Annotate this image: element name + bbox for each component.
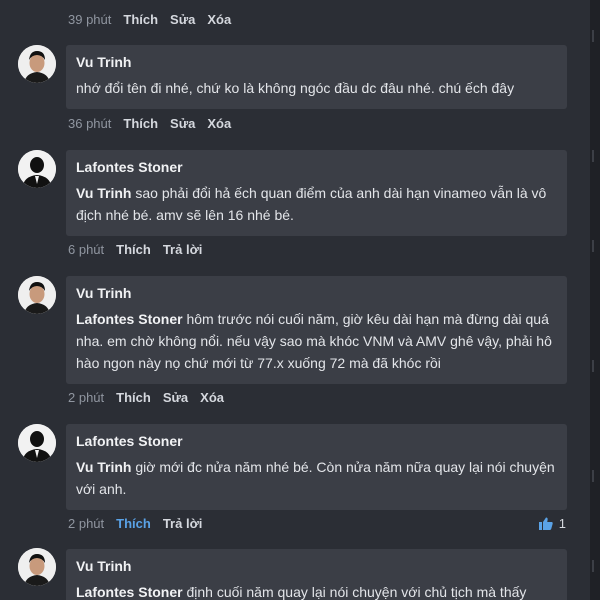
edge-tick [592, 470, 594, 482]
comment-text: giờ mới đc nửa năm nhé bé. Còn nửa năm n… [76, 459, 555, 497]
edit-link[interactable]: Sửa [163, 390, 188, 405]
comment-bubble: Vu Trinh nhớ đổi tên đi nhé, chứ ko là k… [66, 45, 567, 109]
comment-actions: 39 phút Thích Sửa Xóa [68, 12, 243, 27]
comment-time: 6 phút [68, 242, 105, 257]
mention-link[interactable]: Vu Trinh [76, 185, 131, 201]
mention-link[interactable]: Vu Trinh [76, 459, 131, 475]
delete-link[interactable]: Xóa [207, 12, 231, 27]
comment-bubble: Vu Trinh Lafontes Stoner hôm trước nói c… [66, 276, 567, 384]
comment-text: định cuối năm quay lại nói chuyện với ch… [182, 584, 527, 600]
comment-time: 39 phút [68, 12, 112, 27]
user-photo-icon [18, 276, 56, 314]
user-silhouette-icon [18, 424, 56, 462]
comment-actions: 2 phút Thích Sửa Xóa [68, 390, 236, 405]
comment-author[interactable]: Vu Trinh [76, 557, 557, 575]
user-photo-icon [18, 548, 56, 586]
comment-author[interactable]: Vu Trinh [76, 284, 557, 302]
user-photo-icon [18, 45, 56, 83]
delete-link[interactable]: Xóa [200, 390, 224, 405]
scrollbar-edge[interactable] [590, 0, 600, 600]
comment-bubble: Vu Trinh Lafontes Stoner định cuối năm q… [66, 549, 567, 600]
comment-bubble: Lafontes Stoner Vu Trinh sao phải đổi hả… [66, 150, 567, 236]
user-silhouette-icon [18, 150, 56, 188]
reply-link[interactable]: Trả lời [163, 242, 203, 257]
comment-author[interactable]: Lafontes Stoner [76, 432, 557, 450]
edge-tick [592, 240, 594, 252]
comment-text: nhớ đổi tên đi nhé, chứ ko là không ngóc… [76, 80, 515, 96]
avatar[interactable] [18, 548, 56, 586]
like-link[interactable]: Thích [116, 516, 151, 531]
edge-tick [592, 150, 594, 162]
comment-time: 2 phút [68, 390, 105, 405]
comment-time: 36 phút [68, 116, 112, 131]
like-count[interactable]: 1 [538, 516, 566, 531]
comment-actions: 2 phút Thích Trả lời [68, 516, 214, 531]
delete-link[interactable]: Xóa [207, 116, 231, 131]
comment-text: sao phải đổi hả ếch quan điểm của anh dà… [76, 185, 547, 223]
like-link[interactable]: Thích [116, 390, 151, 405]
comment-author[interactable]: Lafontes Stoner [76, 158, 557, 176]
like-link[interactable]: Thích [123, 12, 158, 27]
edge-tick [592, 30, 594, 42]
edge-tick [592, 360, 594, 372]
comment-author[interactable]: Vu Trinh [76, 53, 557, 71]
like-link[interactable]: Thích [123, 116, 158, 131]
like-count-value: 1 [558, 516, 566, 531]
avatar[interactable] [18, 45, 56, 83]
reply-link[interactable]: Trả lời [163, 516, 203, 531]
avatar[interactable] [18, 150, 56, 188]
edit-link[interactable]: Sửa [170, 116, 195, 131]
comment-time: 2 phút [68, 516, 105, 531]
comment-actions: 36 phút Thích Sửa Xóa [68, 116, 243, 131]
avatar[interactable] [18, 276, 56, 314]
comment-bubble: Lafontes Stoner Vu Trinh giờ mới đc nửa … [66, 424, 567, 510]
mention-link[interactable]: Lafontes Stoner [76, 311, 183, 327]
avatar[interactable] [18, 424, 56, 462]
thumbs-up-icon [538, 517, 553, 530]
edge-tick [592, 560, 594, 572]
like-link[interactable]: Thích [116, 242, 151, 257]
edit-link[interactable]: Sửa [170, 12, 195, 27]
comment-actions: 6 phút Thích Trả lời [68, 242, 214, 257]
mention-link[interactable]: Lafontes Stoner [76, 584, 183, 600]
